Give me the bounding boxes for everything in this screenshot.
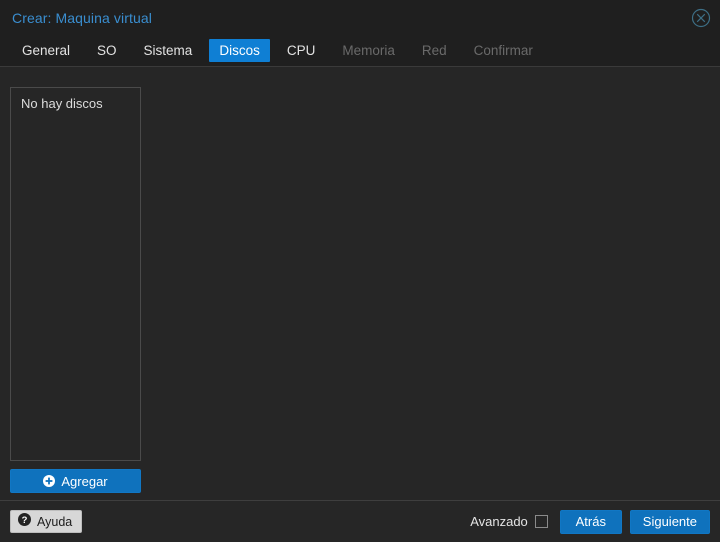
- help-button[interactable]: ? Ayuda: [10, 510, 83, 533]
- disk-list-empty-message: No hay discos: [21, 96, 103, 111]
- tab-discos[interactable]: Discos: [209, 39, 270, 62]
- tab-confirmar: Confirmar: [473, 43, 533, 59]
- add-disk-button[interactable]: Agregar: [10, 469, 141, 493]
- close-icon[interactable]: [691, 8, 711, 28]
- tab-general[interactable]: General: [12, 36, 80, 66]
- create-vm-dialog: Crear: Maquina virtual General SO Sistem…: [0, 0, 720, 542]
- tab-so[interactable]: SO: [87, 36, 127, 66]
- next-button[interactable]: Siguiente: [629, 509, 710, 534]
- dialog-titlebar: Crear: Maquina virtual: [0, 0, 720, 36]
- svg-text:?: ?: [22, 514, 28, 525]
- add-disk-button-label: Agregar: [61, 473, 108, 489]
- advanced-label: Avanzado: [470, 514, 528, 529]
- advanced-toggle[interactable]: Avanzado: [470, 514, 548, 529]
- disk-list[interactable]: No hay discos: [10, 87, 141, 461]
- tab-cpu[interactable]: CPU: [277, 36, 326, 66]
- tab-red: Red: [421, 43, 447, 59]
- back-button[interactable]: Atrás: [559, 509, 622, 534]
- plus-circle-icon: [43, 475, 56, 487]
- advanced-checkbox[interactable]: [534, 515, 548, 528]
- wizard-tabbar: General SO Sistema Discos CPU Memoria Re…: [0, 36, 720, 67]
- tab-sistema[interactable]: Sistema: [134, 36, 203, 66]
- question-circle-icon: ?: [18, 512, 31, 531]
- page-title: Crear: Maquina virtual: [12, 10, 152, 26]
- disks-pane: No hay discos Agregar: [10, 87, 141, 493]
- footer-actions: Avanzado Atrás Siguiente: [470, 509, 710, 534]
- dialog-footer: ? Ayuda Avanzado Atrás Siguiente: [0, 500, 720, 542]
- tab-memoria: Memoria: [342, 43, 395, 59]
- help-button-label: Ayuda: [37, 514, 73, 529]
- dialog-content: No hay discos Agregar: [0, 67, 720, 500]
